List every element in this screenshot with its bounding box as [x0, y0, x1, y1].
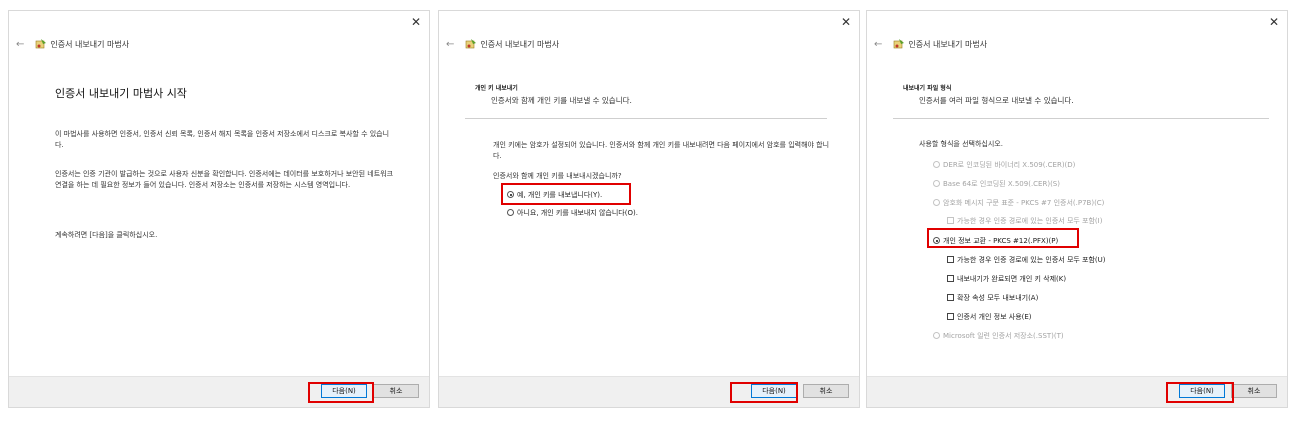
close-icon[interactable]: ✕	[1269, 15, 1279, 29]
checkbox-disabled[interactable]	[947, 217, 954, 224]
pfx-option-highlight	[927, 228, 1079, 248]
option-label: 암호화 메시지 구문 표준 - PKCS #7 인증서(.P7B)(C)	[943, 198, 1105, 207]
wizard-title: 인증서 내보내기 마법사	[50, 39, 130, 49]
wizard-titlebar: ← 인증서 내보내기 마법사	[16, 37, 129, 51]
checkbox[interactable]	[947, 294, 954, 301]
radio-disabled[interactable]	[933, 199, 940, 206]
wizard-titlebar: ← 인증서 내보내기 마법사	[874, 37, 987, 51]
certificate-wizard-icon	[894, 39, 905, 49]
certificate-wizard-icon	[36, 39, 47, 49]
checkbox[interactable]	[947, 275, 954, 282]
format-options: DER로 인코딩된 바이너리 X.509(.CER)(D) Base 64로 인…	[933, 159, 1273, 349]
export-key-no-option[interactable]: 아니요, 개인 키를 내보내지 않습니다(O).	[507, 207, 638, 218]
radio-disabled[interactable]	[933, 180, 940, 187]
option-label: Base 64로 인코딩된 X.509(.CER)(S)	[943, 179, 1060, 188]
pfx-include-all-checkbox[interactable]: 가능한 경우 인증 경로에 있는 인증서 모두 포함(U)	[947, 254, 1106, 265]
pfx-export-extended-checkbox[interactable]: 확장 속성 모두 내보내기(A)	[947, 292, 1038, 303]
back-arrow-icon[interactable]: ←	[874, 39, 882, 50]
cancel-button[interactable]: 취소	[1231, 384, 1277, 398]
option-label: DER로 인코딩된 바이너리 X.509(.CER)(D)	[943, 160, 1076, 169]
format-sst-option[interactable]: Microsoft 일련 인증서 저장소(.SST)(T)	[933, 330, 1064, 341]
format-prompt: 사용할 형식을 선택하십시오.	[919, 140, 1003, 148]
export-question: 인증서와 함께 개인 키를 내보내시겠습니까?	[493, 172, 622, 180]
radio-unselected[interactable]	[507, 209, 514, 216]
section-title: 내보내기 파일 형식	[903, 85, 952, 92]
radio-disabled[interactable]	[933, 161, 940, 168]
checkbox-label: 내보내기가 완료되면 개인 키 삭제(K)	[957, 274, 1067, 283]
checkbox[interactable]	[947, 256, 954, 263]
password-notice: 개인 키에는 암호가 설정되어 있습니다. 인증서와 함께 개인 키를 내보내려…	[493, 141, 830, 160]
back-arrow-icon[interactable]: ←	[16, 39, 24, 50]
certificate-wizard-icon	[466, 39, 477, 49]
wizard-titlebar: ← 인증서 내보내기 마법사	[446, 37, 559, 51]
cancel-button[interactable]: 취소	[803, 384, 849, 398]
checkbox-label: 인증서 개인 정보 사용(E)	[957, 312, 1032, 321]
option-label: 아니요, 개인 키를 내보내지 않습니다(O).	[517, 208, 638, 217]
format-der-option[interactable]: DER로 인코딩된 바이너리 X.509(.CER)(D)	[933, 159, 1075, 170]
continue-instruction: 계속하려면 [다음]을 클릭하십시오.	[55, 231, 158, 239]
yes-option-highlight	[501, 183, 631, 205]
section-title: 개인 키 내보내기	[475, 85, 518, 92]
header-divider	[893, 118, 1269, 119]
wizard-panel-start: ✕ ← 인증서 내보내기 마법사 인증서 내보내기 마법사 시작 이 마법사를 …	[8, 10, 430, 408]
section-description: 인증서와 함께 개인 키를 내보낼 수 있습니다.	[491, 96, 632, 105]
p7b-include-all-checkbox[interactable]: 가능한 경우 인증 경로에 있는 인증서 모두 포함(I)	[947, 215, 1102, 226]
next-button-highlight	[730, 382, 798, 403]
close-icon[interactable]: ✕	[411, 15, 421, 29]
pfx-cert-privacy-checkbox[interactable]: 인증서 개인 정보 사용(E)	[947, 311, 1032, 322]
format-p7b-option[interactable]: 암호화 메시지 구문 표준 - PKCS #7 인증서(.P7B)(C)	[933, 197, 1104, 208]
section-description: 인증서를 여러 파일 형식으로 내보낼 수 있습니다.	[919, 96, 1074, 105]
description-paragraph: 인증서는 인증 기관이 발급하는 것으로 사용자 신분을 확인합니다. 인증서에…	[55, 170, 394, 189]
cancel-button[interactable]: 취소	[373, 384, 419, 398]
wizard-title: 인증서 내보내기 마법사	[908, 39, 988, 49]
checkbox-label: 가능한 경우 인증 경로에 있는 인증서 모두 포함(U)	[957, 255, 1106, 264]
next-button-highlight	[1166, 382, 1234, 403]
wizard-title: 인증서 내보내기 마법사	[480, 39, 560, 49]
wizard-panel-private-key: ✕ ← 인증서 내보내기 마법사 개인 키 내보내기 인증서와 함께 개인 키를…	[438, 10, 860, 408]
page-heading: 인증서 내보내기 마법사 시작	[55, 87, 187, 100]
header-divider	[465, 118, 827, 119]
format-base64-option[interactable]: Base 64로 인코딩된 X.509(.CER)(S)	[933, 178, 1060, 189]
checkbox-label: 가능한 경우 인증 경로에 있는 인증서 모두 포함(I)	[957, 216, 1103, 225]
next-button-highlight	[308, 382, 374, 403]
radio-disabled[interactable]	[933, 332, 940, 339]
option-label: Microsoft 일련 인증서 저장소(.SST)(T)	[943, 331, 1064, 340]
intro-paragraph: 이 마법사를 사용하면 인증서, 인증서 신뢰 목록, 인증서 해지 목록을 인…	[55, 130, 390, 149]
checkbox-label: 확장 속성 모두 내보내기(A)	[957, 293, 1039, 302]
wizard-panel-file-format: ✕ ← 인증서 내보내기 마법사 내보내기 파일 형식 인증서를 여러 파일 형…	[866, 10, 1288, 408]
checkbox[interactable]	[947, 313, 954, 320]
back-arrow-icon[interactable]: ←	[446, 39, 454, 50]
pfx-delete-key-checkbox[interactable]: 내보내기가 완료되면 개인 키 삭제(K)	[947, 273, 1066, 284]
close-icon[interactable]: ✕	[841, 15, 851, 29]
